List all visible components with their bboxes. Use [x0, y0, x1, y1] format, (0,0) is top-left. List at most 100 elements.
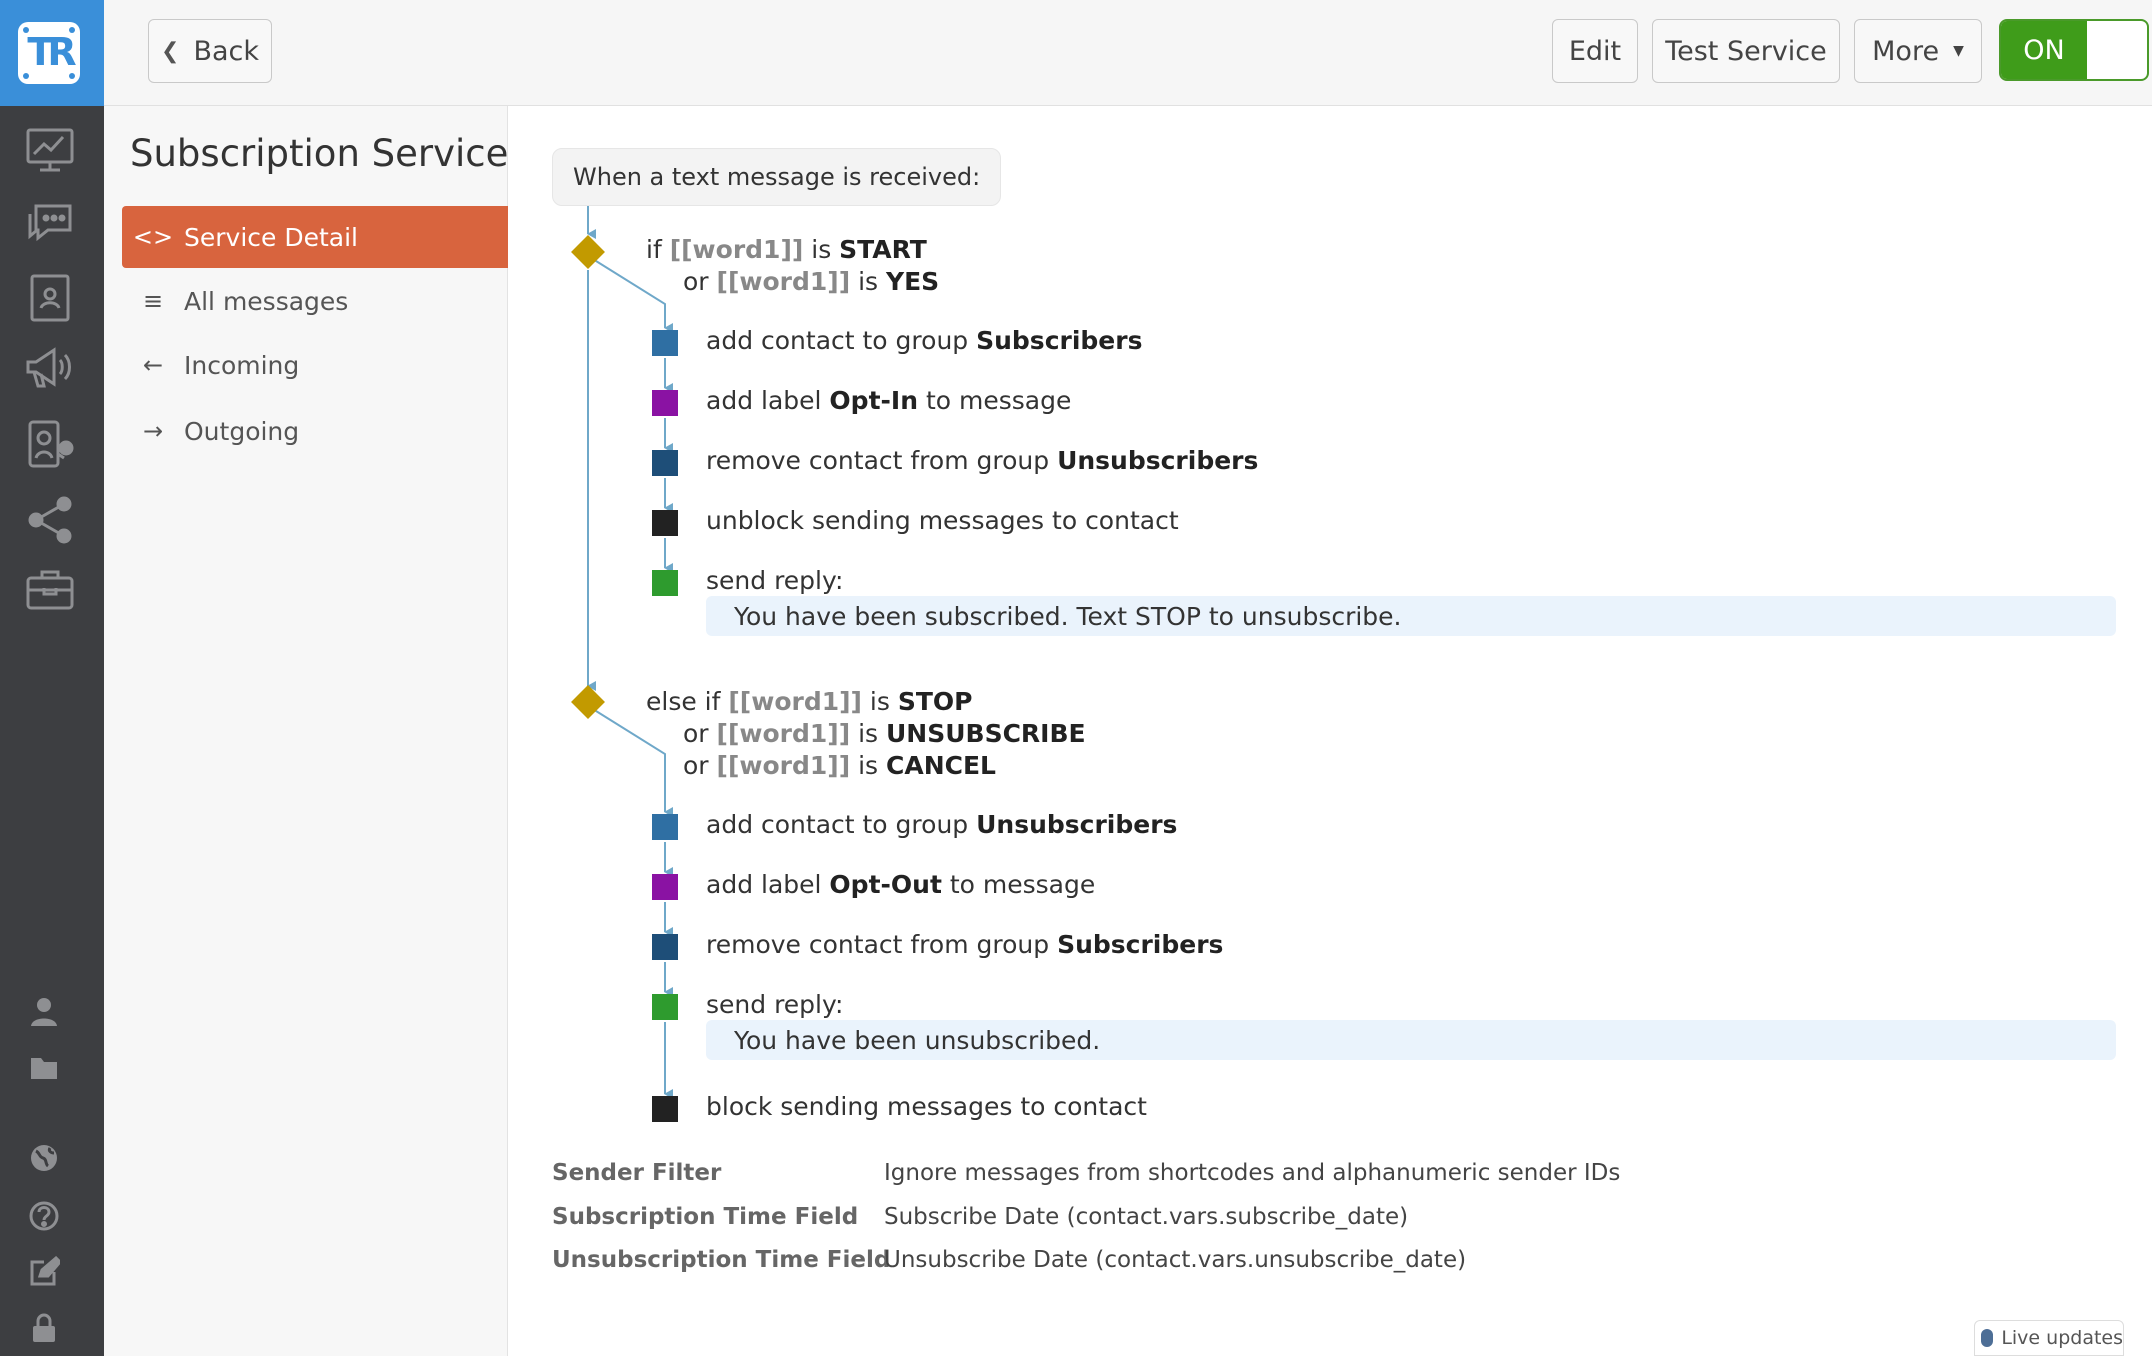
cond-prefix: or [683, 719, 717, 748]
step-target: Opt-Out [829, 870, 942, 899]
step-square-label [652, 390, 678, 416]
cond-operator: is [850, 719, 886, 748]
cond-variable: [[word1]] [716, 751, 851, 780]
live-updates-indicator[interactable]: Live updates [1974, 1320, 2124, 1356]
services-icon[interactable] [24, 418, 76, 470]
test-service-button[interactable]: Test Service [1652, 19, 1840, 83]
globe-icon[interactable] [28, 1142, 60, 1174]
caret-down-icon: ▼ [1953, 43, 1964, 59]
toolbox-icon[interactable] [24, 564, 76, 616]
arrow-left-icon: ← [142, 351, 164, 379]
nav-incoming-label: Incoming [184, 350, 300, 380]
cond-prefix: if [646, 235, 670, 264]
step-text: block sending messages to contact [706, 1092, 1147, 1121]
lock-icon[interactable] [28, 1312, 60, 1344]
step-target: Subscribers [976, 326, 1143, 355]
logo-text: TR [27, 30, 76, 74]
dashboard-icon[interactable] [24, 124, 76, 176]
folder-icon[interactable] [28, 1052, 60, 1084]
cond-variable: [[word1]] [716, 267, 851, 296]
branch2-step-1: add contact to group Unsubscribers [706, 810, 1177, 839]
branch1-step-3: remove contact from group Unsubscribers [706, 446, 1258, 475]
step-square-group-add [652, 814, 678, 840]
unsubscription-time-label: Unsubscription Time Field [552, 1247, 891, 1273]
cond-prefix: else if [646, 687, 729, 716]
edit-button[interactable]: Edit [1552, 19, 1638, 83]
edit-icon[interactable] [28, 1255, 63, 1288]
icon-rail: TR [0, 0, 104, 1356]
chevron-left-icon: ❮ [161, 38, 180, 64]
step-square-group-remove [652, 934, 678, 960]
step-text: send reply: [706, 990, 844, 1019]
branch2-condition-line1: else if [[word1]] is STOP [646, 686, 972, 718]
share-icon[interactable] [24, 494, 76, 546]
cond-value: STOP [897, 687, 973, 716]
step-target: Unsubscribers [1057, 446, 1259, 475]
step-text: send reply: [706, 566, 844, 595]
cond-prefix: or [683, 267, 717, 296]
contacts-icon[interactable] [24, 272, 76, 324]
list-icon: ≡ [142, 287, 164, 315]
step-text: remove contact from group [706, 930, 1058, 959]
back-button[interactable]: ❮ Back [148, 19, 272, 83]
nav-outgoing[interactable]: → Outgoing [122, 400, 508, 462]
branch2-step-4: send reply: [706, 990, 843, 1019]
sender-filter-label: Sender Filter [552, 1160, 722, 1186]
step-text: add label [706, 870, 830, 899]
cond-variable: [[word1]] [669, 235, 804, 264]
step-target: Subscribers [1057, 930, 1224, 959]
step-target: Opt-In [829, 386, 918, 415]
help-icon[interactable] [28, 1200, 60, 1232]
subscription-time-value: Subscribe Date (contact.vars.subscribe_d… [884, 1204, 1409, 1230]
back-button-label: Back [193, 35, 259, 67]
broadcast-icon[interactable] [24, 342, 76, 394]
live-status-dot-icon [1981, 1329, 1994, 1347]
branch1-step-5: send reply: [706, 566, 843, 595]
step-text: add contact to group [706, 810, 977, 839]
unsubscription-time-value: Unsubscribe Date (contact.vars.unsubscri… [884, 1247, 1467, 1273]
step-square-group-add [652, 330, 678, 356]
sender-filter-value: Ignore messages from shortcodes and alph… [884, 1160, 1621, 1186]
step-square-unblock [652, 510, 678, 536]
step-square-group-remove [652, 450, 678, 476]
branch2-step-2: add label Opt-Out to message [706, 870, 1095, 899]
more-dropdown-button[interactable]: More ▼ [1854, 19, 1982, 83]
step-target: Unsubscribers [976, 810, 1178, 839]
branch2-step-5: block sending messages to contact [706, 1092, 1147, 1121]
top-toolbar: ❮ Back Edit Test Service More ▼ ON [104, 0, 2152, 106]
messages-icon[interactable] [24, 196, 76, 248]
trigger-label: When a text message is received: [552, 148, 1002, 206]
branch1-step-2: add label Opt-In to message [706, 386, 1071, 415]
branch1-reply-text: You have been subscribed. Text STOP to u… [706, 596, 2116, 636]
nav-service-detail[interactable]: <> Service Detail [122, 206, 508, 268]
branch1-condition-line2: or [[word1]] is YES [683, 266, 939, 298]
branch2-condition-line3: or [[word1]] is CANCEL [683, 750, 996, 782]
service-sidenav: Subscription Service <> Service Detail ≡… [104, 106, 508, 1356]
branch2-step-3: remove contact from group Subscribers [706, 930, 1223, 959]
service-on-toggle[interactable]: ON [1999, 19, 2149, 81]
service-flow-panel: When a text message is received: if [[wo… [508, 106, 2152, 1356]
logo-tile: TR [18, 22, 80, 84]
step-text-suffix: to message [941, 870, 1096, 899]
code-icon: <> [132, 223, 174, 251]
page-title: Subscription Service [130, 132, 509, 175]
subscription-time-label: Subscription Time Field [552, 1204, 859, 1230]
nav-service-detail-label: Service Detail [184, 222, 358, 252]
step-text-suffix: to message [918, 386, 1072, 415]
app-logo[interactable]: TR [0, 0, 104, 106]
branch2-condition-line2: or [[word1]] is UNSUBSCRIBE [683, 718, 1086, 750]
user-icon[interactable] [28, 996, 60, 1028]
step-text: add contact to group [706, 326, 977, 355]
cond-value: CANCEL [886, 751, 996, 780]
nav-incoming[interactable]: ← Incoming [122, 334, 508, 396]
branch1-step-1: add contact to group Subscribers [706, 326, 1142, 355]
nav-all-messages[interactable]: ≡ All messages [122, 270, 508, 332]
cond-value: UNSUBSCRIBE [886, 719, 1086, 748]
toggle-on-label: ON [2001, 21, 2087, 79]
cond-operator: is [861, 687, 898, 716]
branch1-step-4: unblock sending messages to contact [706, 506, 1179, 535]
more-button-label: More [1872, 35, 1940, 67]
nav-outgoing-label: Outgoing [184, 416, 300, 446]
cond-operator: is [850, 751, 886, 780]
cond-operator: is [850, 267, 886, 296]
